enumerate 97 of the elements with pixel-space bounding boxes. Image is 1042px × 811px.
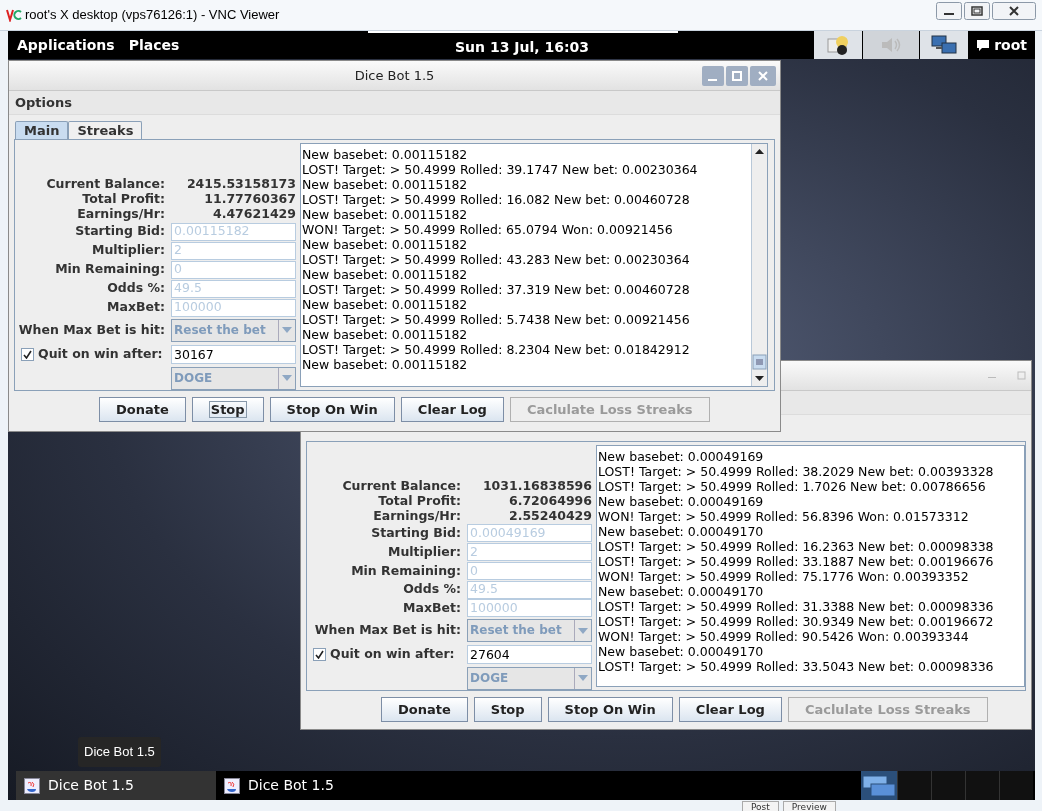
clock[interactable]: Sun 13 Jul, 16:03 bbox=[455, 37, 589, 58]
stat-label: Earnings/Hr: bbox=[76, 205, 165, 224]
log-line: New basebet: 0.00049170 bbox=[598, 644, 765, 659]
stat-label: Total Profit: bbox=[377, 492, 461, 510]
field-label: Min Remaining: bbox=[54, 260, 165, 279]
log-line: WON! Target: > 50.4999 Rolled: 90.5426 Won: 0.00393344 bbox=[598, 629, 970, 644]
field-label: Odds %: bbox=[106, 279, 165, 298]
action-button[interactable]: Stop bbox=[191, 397, 264, 422]
field-label: When Max Bet is hit: bbox=[17, 320, 165, 339]
log-line: New basebet: 0.00115182 bbox=[302, 177, 469, 192]
checkbox[interactable] bbox=[313, 647, 326, 661]
log-line: LOST! Target: > 50.4999 Rolled: 1.7026 New bet: 0.00786656 bbox=[598, 479, 987, 494]
minimize-button[interactable] bbox=[936, 2, 962, 20]
field-label: Starting Bid: bbox=[370, 524, 461, 542]
stat-label: Total Profit: bbox=[81, 190, 165, 208]
log-line: LOST! Target: > 50.4999 Rolled: 33.1887 New bet: 0.00196676 bbox=[598, 554, 995, 569]
log-line: New basebet: 0.00115182 bbox=[302, 237, 469, 252]
app-logo-icon bbox=[6, 8, 22, 22]
field-label: MaxBet: bbox=[106, 298, 165, 317]
field-label: Min Remaining: bbox=[350, 561, 461, 580]
field-label: MaxBet: bbox=[402, 599, 461, 618]
log-line: New basebet: 0.00049170 bbox=[598, 584, 765, 599]
scrollbar[interactable] bbox=[751, 144, 767, 386]
user-name[interactable]: root bbox=[994, 34, 1027, 56]
log-line: LOST! Target: > 50.4999 Rolled: 33.5043 New bet: 0.00098336 bbox=[598, 659, 995, 674]
stat-label: Current Balance: bbox=[341, 477, 461, 495]
dropdown-arrow-icon bbox=[578, 675, 588, 682]
log-line: New basebet: 0.00115182 bbox=[302, 267, 469, 282]
field-label: Multiplier: bbox=[386, 542, 461, 561]
field-label: When Max Bet is hit: bbox=[313, 621, 461, 640]
log-line: New basebet: 0.00115182 bbox=[302, 147, 469, 162]
log-line: LOST! Target: > 50.4999 Rolled: 8.2304 New bet: 0.01842912 bbox=[302, 342, 691, 357]
log-line: LOST! Target: > 50.4999 Rolled: 16.2363 New bet: 0.00098338 bbox=[598, 539, 995, 554]
workspace-button[interactable] bbox=[999, 771, 1033, 800]
action-button[interactable]: Stop bbox=[473, 697, 542, 722]
log-line: New basebet: 0.00049169 bbox=[598, 449, 765, 464]
stat-label: Current Balance: bbox=[45, 175, 165, 193]
page-button[interactable]: Preview bbox=[782, 801, 836, 811]
checkbox-label: Quit on win after: bbox=[38, 344, 163, 363]
action-button[interactable]: Donate bbox=[381, 697, 468, 722]
log-line: LOST! Target: > 50.4999 Rolled: 38.2029 New bet: 0.00393328 bbox=[598, 464, 995, 479]
stat-label: Earnings/Hr: bbox=[372, 507, 461, 526]
log-line: New basebet: 0.00115182 bbox=[302, 207, 469, 222]
checkbox[interactable] bbox=[21, 347, 34, 361]
action-button[interactable]: Stop On Win bbox=[269, 397, 395, 422]
tab[interactable]: Streaks bbox=[68, 121, 143, 139]
log-line: LOST! Target: > 50.4999 Rolled: 30.9349 New bet: 0.00196672 bbox=[598, 614, 995, 629]
dropdown-arrow-icon bbox=[282, 327, 292, 333]
maximize-button[interactable] bbox=[964, 2, 990, 20]
log-line: LOST! Target: > 50.4999 Rolled: 39.1747 New bet: 0.00230364 bbox=[302, 162, 699, 177]
notification-icon bbox=[826, 34, 851, 56]
log-line: New basebet: 0.00049169 bbox=[598, 494, 765, 509]
log-line: New basebet: 0.00115182 bbox=[302, 327, 469, 342]
log-line: New basebet: 0.00115182 bbox=[302, 357, 469, 372]
tray-button[interactable] bbox=[920, 31, 969, 59]
action-button[interactable]: Stop On Win bbox=[547, 697, 673, 722]
input-field[interactable]: 27604 bbox=[467, 644, 592, 664]
action-button[interactable]: Clear Log bbox=[678, 697, 782, 722]
page-button[interactable]: Post bbox=[742, 801, 779, 811]
network-icon bbox=[930, 34, 959, 56]
input-field[interactable]: 30167 bbox=[171, 344, 296, 364]
field-label: Odds %: bbox=[402, 580, 461, 599]
workspace-button[interactable] bbox=[931, 771, 965, 800]
panel-menu[interactable]: Applications bbox=[16, 34, 116, 56]
dropdown-arrow-icon bbox=[578, 627, 588, 634]
panel-menu[interactable]: Places bbox=[127, 34, 181, 56]
workspace-switcher-icon[interactable] bbox=[861, 771, 897, 800]
dropdown-arrow-icon bbox=[282, 375, 292, 381]
log-line: New basebet: 0.00049170 bbox=[598, 524, 765, 539]
log-line: LOST! Target: > 50.4999 Rolled: 16.082 New bet: 0.00460728 bbox=[302, 192, 691, 207]
log-line: LOST! Target: > 50.4999 Rolled: 37.319 New bet: 0.00460728 bbox=[302, 282, 691, 297]
java-icon bbox=[24, 777, 40, 794]
window-title: root's X desktop (vps76126:1) - VNC Viewer bbox=[25, 6, 280, 25]
tooltip: Dice Bot 1.5 bbox=[78, 737, 161, 767]
action-button[interactable]: Donate bbox=[99, 397, 186, 422]
log-line: New basebet: 0.00115182 bbox=[302, 297, 469, 312]
tray-button[interactable] bbox=[814, 31, 863, 59]
workspace-button[interactable] bbox=[965, 771, 999, 800]
log-line: WON! Target: > 50.4999 Rolled: 75.1776 Won: 0.00393352 bbox=[598, 569, 970, 584]
checkbox-label: Quit on win after: bbox=[330, 645, 455, 664]
log-line: LOST! Target: > 50.4999 Rolled: 43.283 New bet: 0.00230364 bbox=[302, 252, 691, 267]
java-icon bbox=[224, 777, 240, 794]
action-button[interactable]: Clear Log bbox=[400, 397, 504, 422]
maximize-button[interactable] bbox=[726, 65, 748, 86]
field-label: Starting Bid: bbox=[74, 222, 165, 241]
log-line: LOST! Target: > 50.4999 Rolled: 5.7438 New bet: 0.00921456 bbox=[302, 312, 691, 327]
log-line: WON! Target: > 50.4999 Rolled: 56.8396 Won: 0.01573312 bbox=[598, 509, 970, 524]
scroll-thumb[interactable] bbox=[752, 354, 767, 370]
log-line: LOST! Target: > 50.4999 Rolled: 31.3388 New bet: 0.00098336 bbox=[598, 599, 995, 614]
chat-icon bbox=[976, 38, 991, 52]
log-line: WON! Target: > 50.4999 Rolled: 65.0794 Won: 0.00921456 bbox=[302, 222, 674, 237]
tab[interactable]: Main bbox=[15, 121, 69, 139]
taskbar-item[interactable]: Dice Bot 1.5 bbox=[16, 771, 216, 800]
close-button[interactable] bbox=[992, 2, 1036, 20]
field-label: Multiplier: bbox=[90, 241, 165, 260]
window-title: Dice Bot 1.5 bbox=[354, 66, 435, 85]
menu-item[interactable]: Options bbox=[15, 92, 72, 113]
